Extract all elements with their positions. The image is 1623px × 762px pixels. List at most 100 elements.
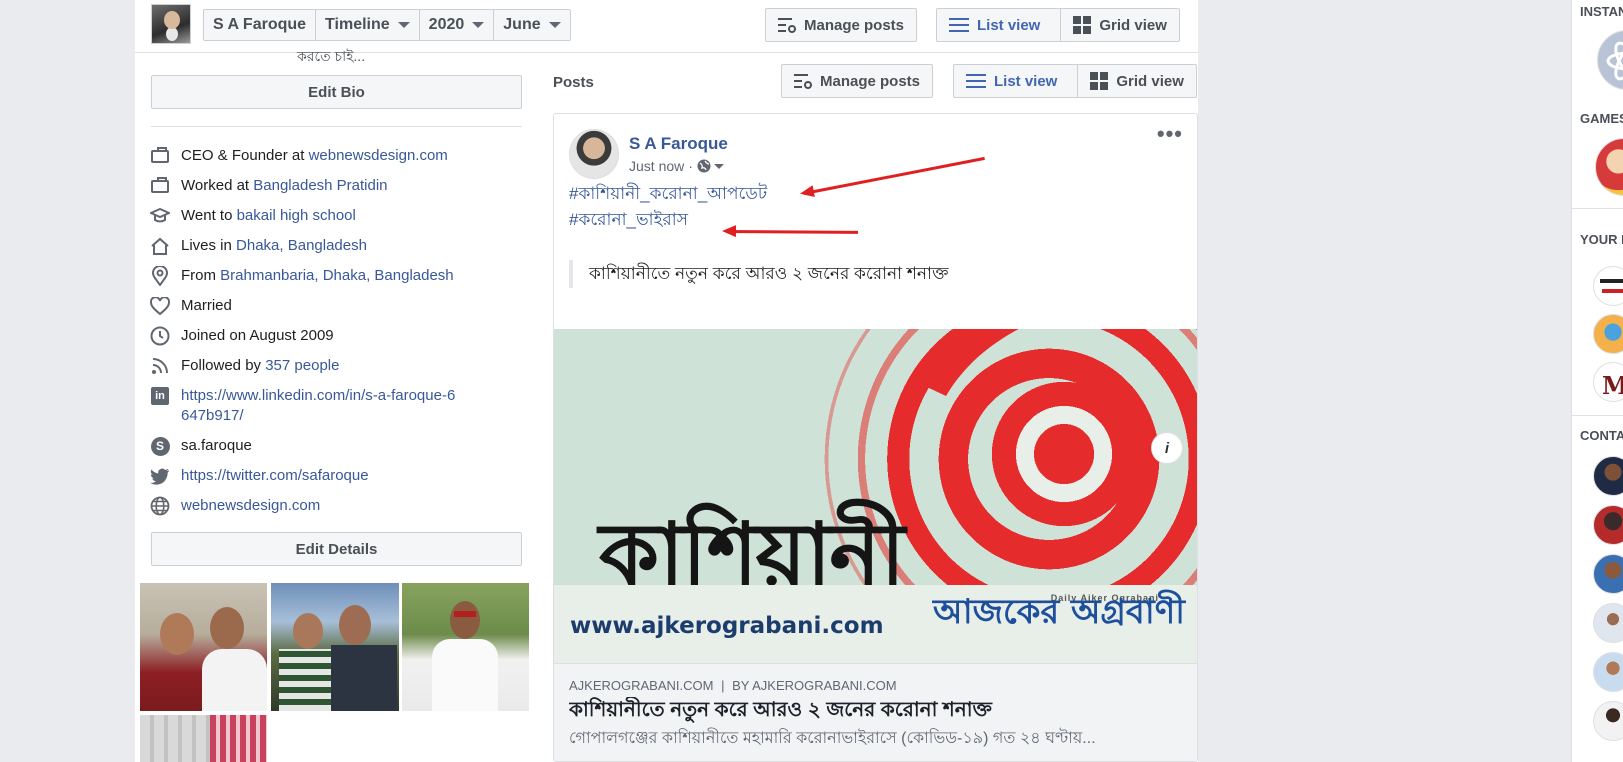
page-avatar-2[interactable]: [1593, 314, 1623, 354]
posts-manage-posts-button[interactable]: Manage posts: [781, 64, 934, 98]
post-author-name[interactable]: S A Faroque: [629, 134, 728, 154]
globe-icon: [697, 159, 711, 173]
rail-your-pages-heading: YOUR PAGES: [1580, 232, 1623, 247]
twitter-link[interactable]: https://twitter.com/safaroque: [181, 466, 369, 486]
linkedin-link[interactable]: https://www.linkedin.com/in/s-a-faroque-…: [181, 386, 460, 426]
featured-photo-4[interactable]: [140, 715, 267, 762]
manage-posts-button[interactable]: Manage posts: [765, 8, 918, 42]
game-thumbnail[interactable]: [1595, 138, 1623, 196]
hashtag-link-2[interactable]: #করোনা_ভাইরাস: [569, 207, 688, 235]
page-avatar-3[interactable]: M: [1593, 362, 1623, 402]
posts-view-toggle: List view Grid view: [953, 64, 1197, 98]
intro-relationship: Married: [150, 296, 525, 316]
intro-work-current: CEO & Founder at webnewsdesign.com: [150, 146, 525, 166]
edit-bio-button[interactable]: Edit Bio: [151, 75, 522, 109]
intro-joined: Joined on August 2009: [150, 326, 525, 346]
link-preview-footer[interactable]: AJKEROGRABANI.COM | BY AJKEROGRABANI.COM…: [554, 663, 1197, 761]
featured-photo-1[interactable]: [140, 583, 267, 711]
info-icon[interactable]: i: [1151, 432, 1183, 464]
grid-icon: [1090, 72, 1109, 90]
intro-twitter: https://twitter.com/safaroque: [150, 466, 525, 486]
post-options-icon[interactable]: •••: [1157, 123, 1183, 145]
link-domain: AJKEROGRABANI.COM: [569, 678, 714, 693]
post-timestamp[interactable]: Just now: [629, 158, 684, 174]
post-author-avatar[interactable]: [569, 129, 619, 179]
featured-photo-3[interactable]: [402, 583, 529, 711]
education-prefix: Went to: [181, 207, 237, 224]
followers-link[interactable]: 357 people: [265, 357, 339, 374]
crumb-year[interactable]: 2020: [420, 10, 495, 40]
atom-icon[interactable]: [1597, 30, 1623, 90]
contact-avatar-4[interactable]: [1593, 603, 1623, 643]
crumb-year-label: 2020: [428, 16, 465, 33]
chevron-down-icon: [548, 22, 561, 28]
posts-grid-view-button[interactable]: Grid view: [1077, 65, 1196, 97]
crumb-month-label: June: [503, 16, 541, 33]
list-icon: [949, 18, 969, 32]
rail-contacts-heading: CONTACTS: [1580, 428, 1623, 443]
grid-view-button[interactable]: Grid view: [1060, 9, 1179, 41]
intro-from: From Brahmanbaria, Dhaka, Bangladesh: [150, 266, 525, 286]
website-link[interactable]: webnewsdesign.com: [181, 496, 320, 516]
posts-list-view-label: List view: [994, 72, 1058, 90]
list-view-button[interactable]: List view: [937, 9, 1052, 41]
skype-icon: S: [150, 436, 170, 456]
posts-list-view-button[interactable]: List view: [954, 65, 1069, 97]
grid-icon: [1073, 16, 1092, 34]
link-byline: BY AJKEROGRABANI.COM: [732, 678, 897, 693]
audience-selector[interactable]: [697, 159, 724, 173]
timeline-breadcrumb: S A Faroque Timeline 2020 June: [203, 9, 571, 41]
list-icon: [966, 74, 986, 88]
crumb-profile-name[interactable]: S A Faroque: [204, 10, 317, 40]
chevron-down-icon: [472, 22, 485, 28]
contact-avatar-3[interactable]: [1593, 554, 1623, 594]
work-current-prefix: CEO & Founder at: [181, 147, 309, 164]
intro-education: Went to bakail high school: [150, 206, 525, 226]
posts-heading: Posts: [553, 74, 594, 91]
intro-lives-in: Lives in Dhaka, Bangladesh: [150, 236, 525, 256]
work-past-link[interactable]: Bangladesh Pratidin: [253, 177, 387, 194]
twitter-icon: [150, 466, 170, 486]
work-past-prefix: Worked at: [181, 177, 254, 194]
chevron-down-icon: [713, 163, 724, 169]
rss-feed-icon: [150, 356, 170, 376]
list-view-label: List view: [977, 16, 1041, 34]
image-site-url: www.ajkerograbani.com: [570, 613, 884, 639]
rail-instant-games-heading: INSTANT GAMES: [1580, 4, 1623, 19]
profile-avatar-thumb[interactable]: [151, 4, 191, 44]
lives-prefix: Lives in: [181, 237, 237, 254]
post-quote-text: কাশিয়ানীতে নতুন করে আরও ২ জনের করোনা শন…: [569, 260, 949, 288]
contact-avatar-5[interactable]: [1593, 652, 1623, 692]
link-source: AJKEROGRABANI.COM | BY AJKEROGRABANI.COM: [569, 678, 897, 693]
briefcase-icon: [150, 176, 170, 196]
work-current-link[interactable]: webnewsdesign.com: [309, 147, 448, 164]
contact-avatar-6[interactable]: [1593, 701, 1623, 741]
intro-linkedin: in https://www.linkedin.com/in/s-a-faroq…: [150, 386, 460, 426]
featured-photo-2[interactable]: [271, 583, 399, 711]
rail-games-heading: GAMES: [1580, 111, 1623, 126]
contact-avatar-2[interactable]: [1593, 505, 1623, 545]
location-pin-icon: [150, 266, 170, 286]
lives-link[interactable]: Dhaka, Bangladesh: [236, 237, 367, 254]
hashtag-link-1[interactable]: #কাশিয়ানী_করোনা_আপডেট: [569, 181, 767, 209]
education-link[interactable]: bakail high school: [237, 207, 356, 224]
view-toggle: List view Grid view: [936, 8, 1180, 42]
crumb-month[interactable]: June: [494, 10, 569, 40]
posts-manage-posts-label: Manage posts: [820, 72, 921, 90]
right-gutter: [1198, 0, 1571, 762]
heart-icon: [150, 296, 170, 316]
chevron-down-icon: [397, 22, 410, 28]
bio-text: করতে চাই...: [297, 48, 366, 64]
edit-details-button[interactable]: Edit Details: [151, 532, 522, 566]
from-link[interactable]: Brahmanbaria, Dhaka, Bangladesh: [220, 267, 453, 284]
home-icon: [150, 236, 170, 256]
link-preview-image[interactable]: কাশিয়ানী www.ajkerograbani.com Daily Aj…: [554, 329, 1197, 663]
contact-avatar-1[interactable]: [1593, 456, 1623, 496]
crumb-timeline[interactable]: Timeline: [316, 10, 420, 40]
timeline-nav-bar: S A Faroque Timeline 2020 June Manage po…: [135, 0, 1198, 53]
intro-website: webnewsdesign.com: [150, 496, 525, 516]
link-title[interactable]: কাশিয়ানীতে নতুন করে আরও ২ জনের করোনা শন…: [569, 697, 1184, 723]
page-avatar-1[interactable]: [1593, 266, 1623, 306]
joined-text: Joined on August 2009: [181, 327, 334, 344]
post-card: S A Faroque Just now · ••• #কাশিয়ানী_কর…: [553, 113, 1198, 762]
